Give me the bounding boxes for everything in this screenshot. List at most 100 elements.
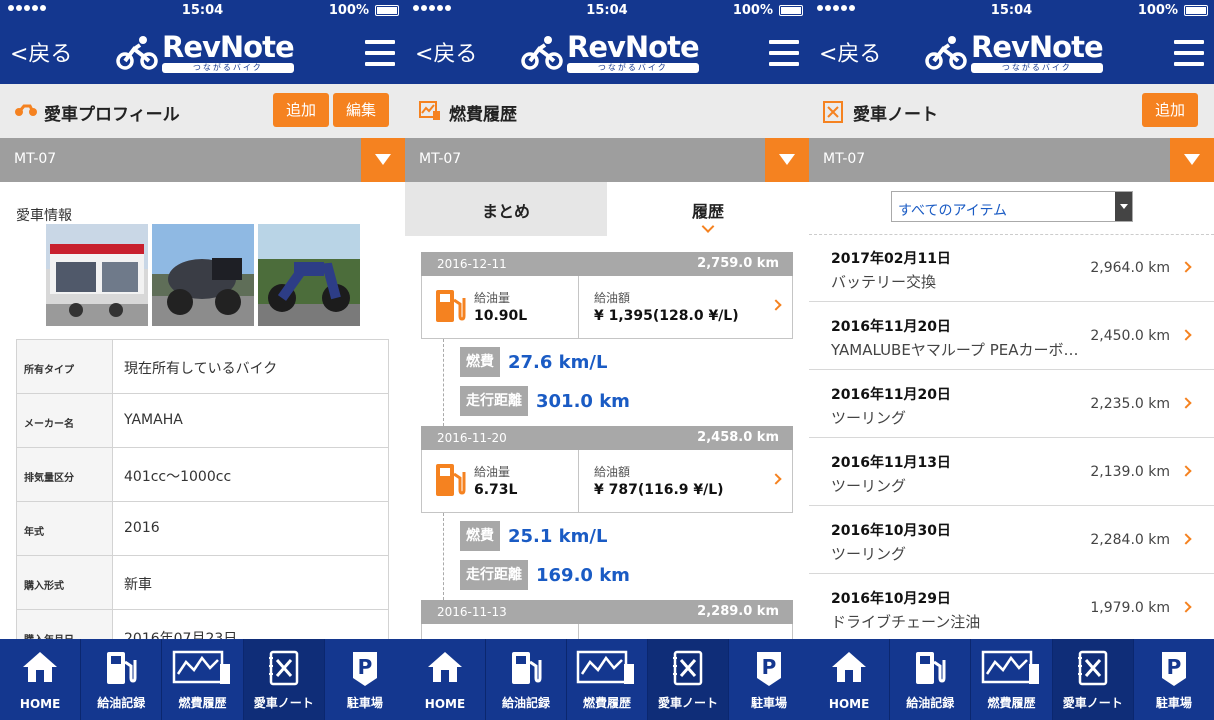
- menu-icon[interactable]: [365, 40, 395, 66]
- row-value: 401cc〜1000cc: [124, 469, 232, 485]
- tab-label: 給油記録: [501, 696, 550, 710]
- tab-parking[interactable]: P 駐車場: [1134, 639, 1214, 720]
- quantity-value: 6.73L: [474, 482, 518, 498]
- bike-photo-side[interactable]: [258, 224, 360, 326]
- back-button[interactable]: <戻る: [10, 36, 72, 68]
- tab-history[interactable]: 履歴: [607, 182, 809, 236]
- chevron-right-icon[interactable]: [770, 473, 782, 485]
- dropdown-arrow-icon[interactable]: [1115, 192, 1132, 221]
- note-date: 2016年10月30日: [831, 523, 951, 539]
- item-filter-select[interactable]: すべてのアイテム: [891, 191, 1133, 222]
- tab-label: 駐車場: [750, 696, 787, 710]
- row-key: 購入形式: [17, 556, 113, 609]
- back-button[interactable]: <戻る: [819, 36, 881, 68]
- list-item[interactable]: 2016年11月20日 YAMALUBEヤマループ PEAカーボ… 2,450.0 …: [809, 302, 1214, 370]
- tab-label: HOME: [19, 697, 61, 711]
- bike-selector-value: MT-07: [14, 151, 57, 167]
- list-item[interactable]: 2016年11月13日 ツーリング 2,139.0 km: [809, 438, 1214, 506]
- row-value: YAMAHA: [124, 412, 183, 428]
- amount-label: 給油額: [594, 465, 631, 479]
- tab-home[interactable]: HOME: [809, 639, 891, 720]
- fuel-pump-icon: [436, 464, 466, 496]
- tab-fuel-chart[interactable]: 燃費履歴: [162, 639, 244, 720]
- fuel-entry[interactable]: 2016-11-20 2,458.0 km 給油量 6.73L 給油額 ¥ 787…: [421, 426, 793, 513]
- add-button[interactable]: 追加: [273, 93, 329, 127]
- bike-selector[interactable]: MT-07: [405, 138, 809, 182]
- note-odometer: 2,139.0 km: [1090, 464, 1170, 480]
- segment-control: まとめ 履歴: [405, 182, 809, 236]
- bike-photo-shop[interactable]: [46, 224, 148, 326]
- add-button[interactable]: 追加: [1142, 93, 1198, 127]
- tab-bar: HOME 給油記録 燃費履歴 愛車ノート P 駐車場: [809, 639, 1214, 720]
- fuel-chart-icon: [419, 101, 440, 120]
- quantity-label: 給油量: [474, 465, 511, 479]
- note-date: 2017年02月11日: [831, 251, 951, 267]
- back-button[interactable]: <戻る: [415, 36, 477, 68]
- tab-summary[interactable]: まとめ: [405, 182, 607, 236]
- cyclist-icon: [116, 35, 158, 70]
- chevron-right-icon[interactable]: [1180, 601, 1192, 613]
- menu-icon[interactable]: [769, 40, 799, 66]
- tab-fuel-pump[interactable]: 給油記録: [81, 639, 163, 720]
- tab-fuel-pump[interactable]: 給油記録: [486, 639, 567, 720]
- tab-bar: HOME 給油記録 燃費履歴 愛車ノート P 駐車場: [405, 639, 809, 720]
- row-value: 現在所有しているバイク: [124, 361, 278, 377]
- dropdown-arrow-icon[interactable]: [765, 138, 809, 182]
- row-value: 2016: [124, 520, 160, 536]
- tab-label: 燃費履歴: [987, 696, 1036, 710]
- bike-photo-rear[interactable]: [152, 224, 254, 326]
- timeline-line: [443, 339, 444, 426]
- battery-text: 100%: [732, 3, 773, 18]
- edit-button[interactable]: 編集: [333, 93, 389, 127]
- fuel-date: 2016-12-11: [437, 257, 507, 271]
- chevron-down-icon: [701, 220, 715, 233]
- list-item[interactable]: 2017年02月11日 バッテリー交換 2,964.0 km: [809, 234, 1214, 302]
- note-title: YAMALUBEヤマループ PEAカーボ…: [831, 341, 1079, 359]
- tab-notebook[interactable]: 愛車ノート: [1052, 639, 1134, 720]
- tab-label: 燃費履歴: [178, 696, 227, 710]
- dropdown-arrow-icon[interactable]: [361, 138, 405, 182]
- distance-label: 走行距離: [460, 386, 528, 416]
- tab-notebook[interactable]: 愛車ノート: [243, 639, 325, 720]
- svg-text:P: P: [1167, 655, 1182, 679]
- chevron-right-icon[interactable]: [770, 299, 782, 311]
- list-item[interactable]: 2016年10月29日 ドライブチェーン注油 1,979.0 km: [809, 574, 1214, 642]
- note-odometer: 2,964.0 km: [1090, 260, 1170, 276]
- chevron-right-icon[interactable]: [1180, 329, 1192, 341]
- tab-parking[interactable]: P 駐車場: [325, 639, 405, 720]
- bike-selector[interactable]: MT-07: [809, 138, 1214, 182]
- tab-label: 愛車ノート: [1062, 696, 1123, 710]
- table-row: メーカー名 YAMAHA: [17, 394, 388, 448]
- tab-fuel-chart[interactable]: 燃費履歴: [971, 639, 1053, 720]
- efficiency-stat: 燃費 25.1 km/L: [460, 521, 607, 551]
- distance-label: 走行距離: [460, 560, 528, 590]
- fuel-entry[interactable]: 2016-12-11 2,759.0 km 給油量 10.90L 給油額 ¥ 1,…: [421, 252, 793, 339]
- chevron-right-icon[interactable]: [1180, 533, 1192, 545]
- list-item[interactable]: 2016年11月20日 ツーリング 2,235.0 km: [809, 370, 1214, 438]
- list-item[interactable]: 2016年10月30日 ツーリング 2,284.0 km: [809, 506, 1214, 574]
- dropdown-arrow-icon[interactable]: [1170, 138, 1214, 182]
- logo-text: RevNote: [567, 30, 700, 64]
- tab-home[interactable]: HOME: [405, 639, 486, 720]
- chevron-right-icon[interactable]: [1180, 465, 1192, 477]
- app-root: 15:04 100% <戻る RevNote つながるバイク 愛車プロフィール 追…: [0, 0, 1214, 720]
- row-key: 排気量区分: [17, 448, 113, 501]
- row-key: 年式: [17, 502, 113, 555]
- tab-label: 燃費履歴: [582, 696, 631, 710]
- tab-notebook[interactable]: 愛車ノート: [648, 639, 729, 720]
- tab-parking[interactable]: P 駐車場: [729, 639, 809, 720]
- motorcycle-icon: [15, 104, 37, 116]
- notebook-icon: [823, 101, 843, 123]
- efficiency-value: 25.1 km/L: [508, 525, 608, 547]
- cyclist-icon: [521, 35, 563, 70]
- chevron-right-icon[interactable]: [1180, 261, 1192, 273]
- tab-fuel-pump[interactable]: 給油記録: [890, 639, 972, 720]
- tab-bar: HOME 給油記録 燃費履歴 愛車ノート P 駐車場: [0, 639, 405, 720]
- tab-home[interactable]: HOME: [0, 639, 82, 720]
- chevron-right-icon[interactable]: [1180, 397, 1192, 409]
- bike-selector[interactable]: MT-07: [0, 138, 405, 182]
- status-bar: 15:04 100%: [0, 0, 405, 22]
- quantity-label: 給油量: [474, 291, 511, 305]
- tab-fuel-chart[interactable]: 燃費履歴: [567, 639, 648, 720]
- menu-icon[interactable]: [1174, 40, 1204, 66]
